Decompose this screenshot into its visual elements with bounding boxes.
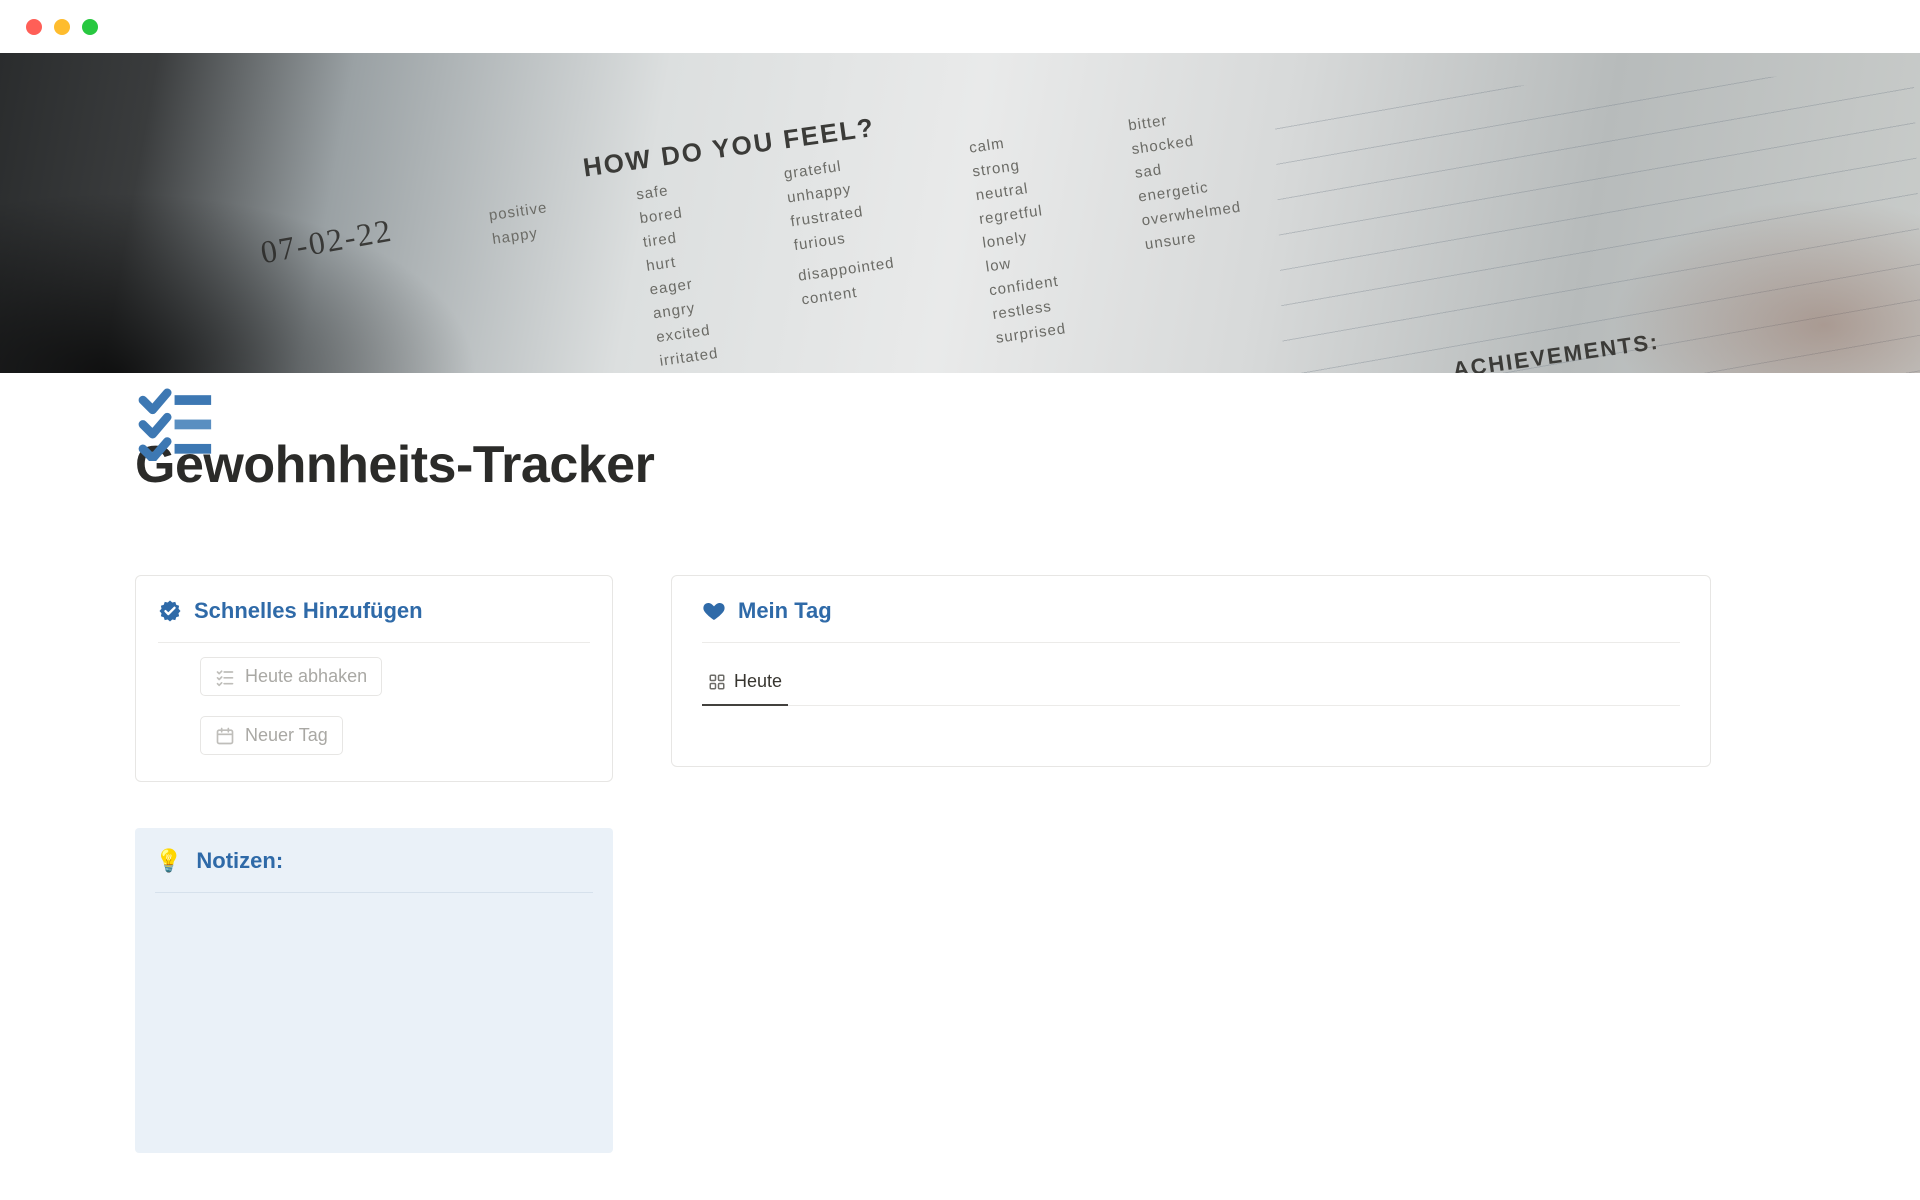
window-minimize-button[interactable]: [54, 19, 70, 35]
quick-add-title: Schnelles Hinzufügen: [194, 598, 423, 624]
page-title: Gewohnheits-Tracker: [135, 435, 1785, 495]
checklist-icon: [138, 383, 216, 461]
heart-icon: [702, 599, 726, 623]
window-close-button[interactable]: [26, 19, 42, 35]
quick-add-card: Schnelles Hinzufügen Heute abhaken: [135, 575, 613, 782]
notes-card[interactable]: 💡 Notizen:: [135, 828, 613, 1153]
my-day-tabs: Heute: [702, 661, 1680, 706]
divider: [702, 642, 1680, 643]
lightbulb-icon: 💡: [155, 848, 182, 874]
check-today-label: Heute abhaken: [245, 666, 367, 687]
check-today-button[interactable]: Heute abhaken: [200, 657, 382, 696]
grid-icon: [708, 673, 726, 691]
new-day-label: Neuer Tag: [245, 725, 328, 746]
page-cover: 07-02-22 HOW DO YOU FEEL? positive happy…: [0, 53, 1920, 373]
cover-achievements-label: ACHIEVEMENTS:: [1451, 329, 1661, 373]
window-titlebar: [0, 0, 1920, 53]
notes-title: Notizen:: [196, 848, 283, 874]
my-day-title: Mein Tag: [738, 598, 832, 624]
calendar-icon: [215, 726, 235, 746]
my-day-card: Mein Tag Heute: [671, 575, 1711, 767]
new-day-button[interactable]: Neuer Tag: [200, 716, 343, 755]
checklist-small-icon: [215, 667, 235, 687]
tab-today-label: Heute: [734, 671, 782, 692]
cover-journal-date: 07-02-22: [258, 212, 396, 272]
page-icon-checklist[interactable]: [135, 380, 219, 464]
divider: [158, 642, 590, 643]
cover-journal-words: positive happy safe bored tired hurt eag…: [488, 53, 1804, 373]
tab-today[interactable]: Heute: [702, 661, 788, 706]
cover-journal-header: HOW DO YOU FEEL?: [581, 53, 1774, 184]
divider: [155, 892, 593, 893]
window-maximize-button[interactable]: [82, 19, 98, 35]
verified-badge-icon: [158, 599, 182, 623]
